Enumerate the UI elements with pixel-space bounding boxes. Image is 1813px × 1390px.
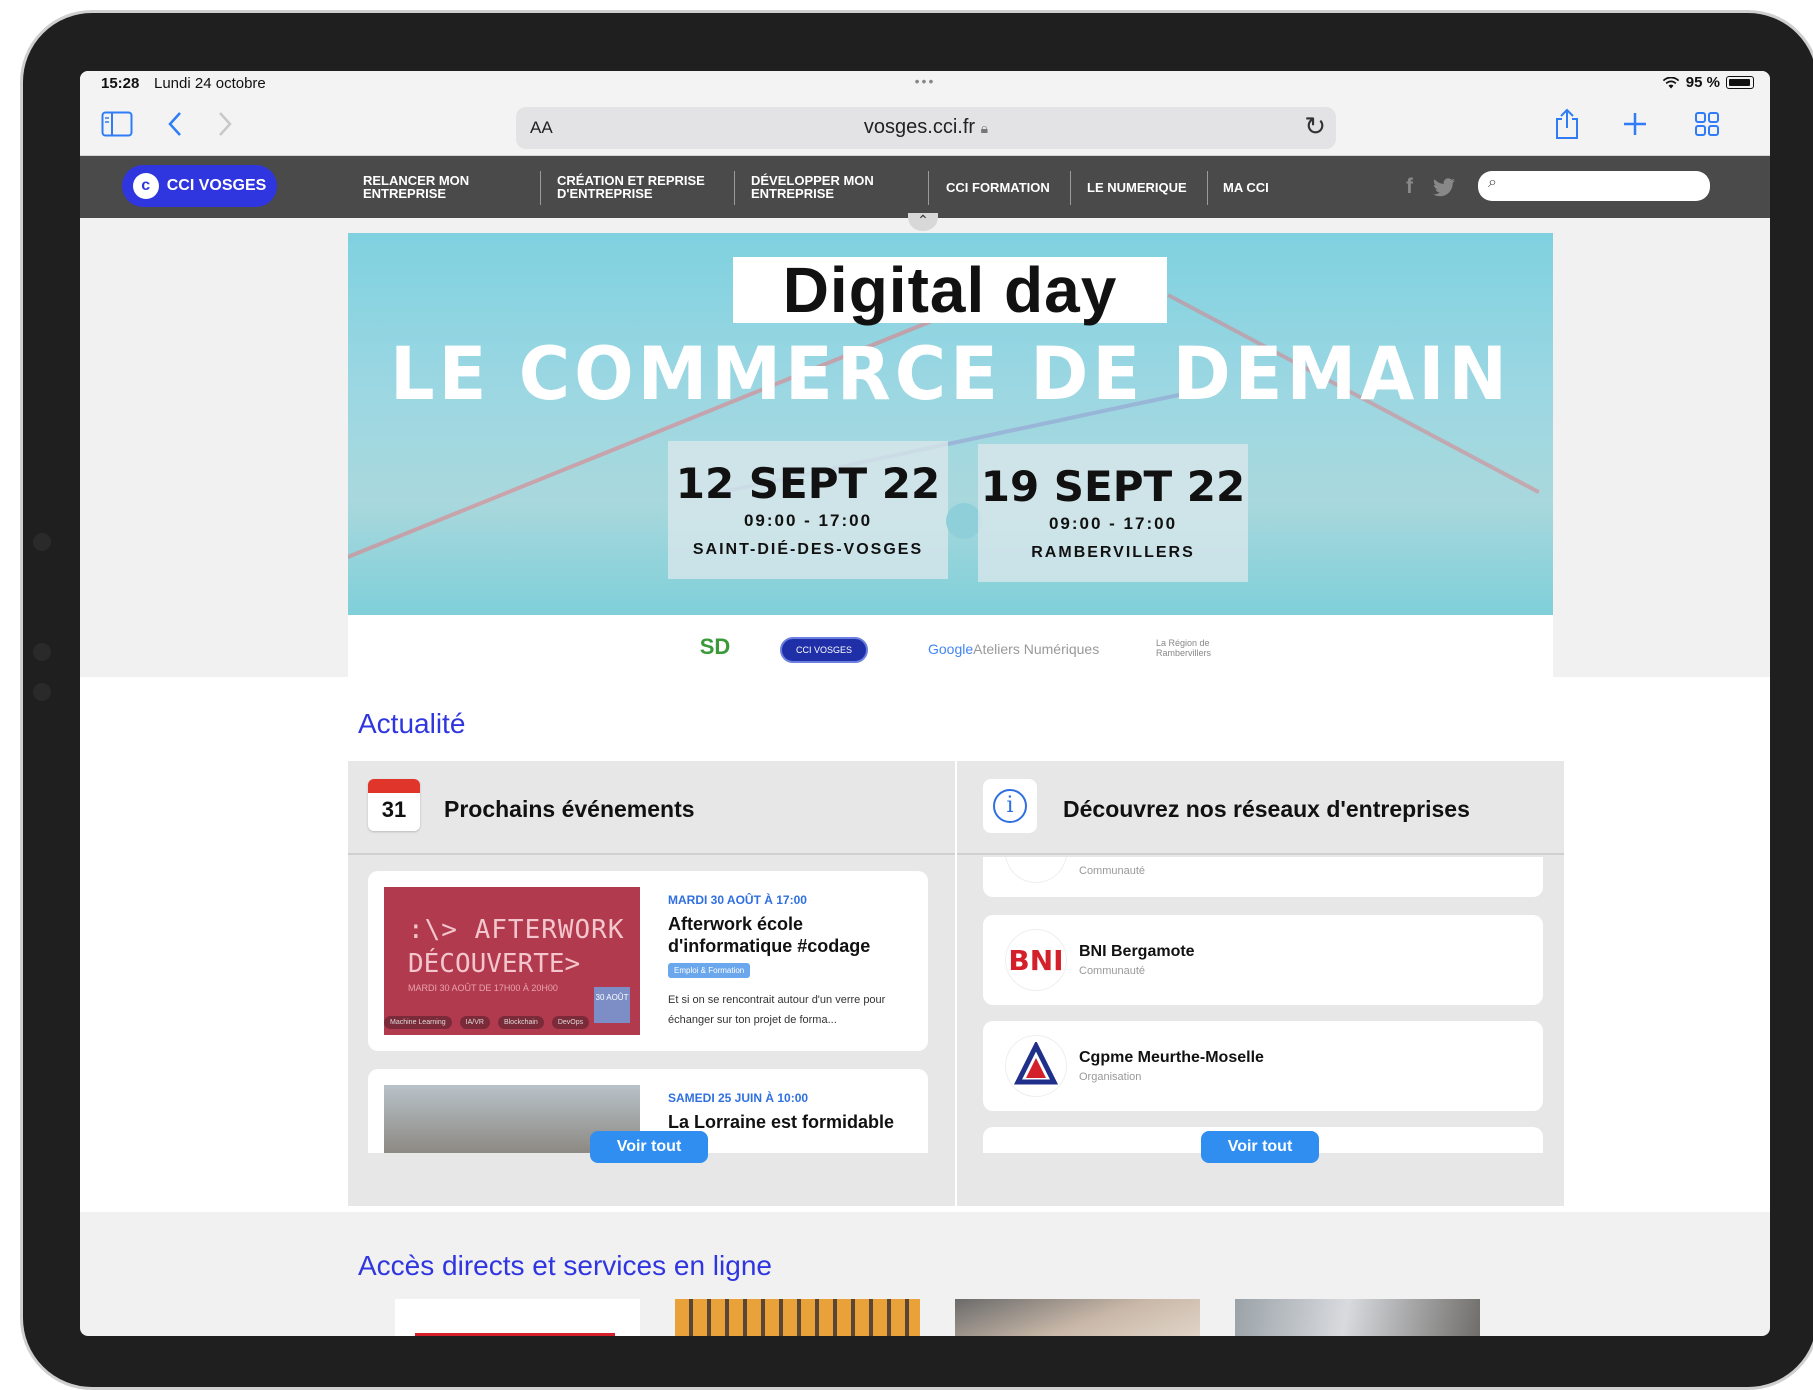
network-name: BNI Bergamote — [1079, 943, 1195, 960]
cci-vosges-partner-logo: CCI VOSGES — [780, 637, 868, 663]
banner-subtitle: LE COMMERCE DE DEMAIN — [390, 330, 1511, 418]
ticket-place: RAMBERVILLERS — [1031, 544, 1195, 561]
networks-panel: i Découvrez nos réseaux d'entreprises Co… — [957, 761, 1564, 1206]
reload-icon[interactable]: ↻ — [1304, 111, 1326, 142]
site-search-input[interactable]: ⌕ — [1478, 171, 1710, 201]
address-bar[interactable]: AA vosges.cci.fr 🔒︎ ↻ — [516, 107, 1336, 149]
ticket-date: 12 SEPT 22 — [675, 459, 941, 508]
networks-panel-title: Découvrez nos réseaux d'entreprises — [1063, 796, 1470, 822]
info-icon: i — [983, 779, 1037, 833]
network-name: Cgpme Meurthe-Moselle — [1079, 1049, 1264, 1066]
cci-logo-icon: c — [132, 173, 159, 199]
logo-text: CCI VOSGES — [166, 177, 267, 194]
facebook-icon[interactable]: f — [1406, 175, 1413, 199]
browser-toolbar: AA vosges.cci.fr 🔒︎ ↻ — [80, 97, 1770, 156]
calendar-icon: 31 — [368, 779, 420, 831]
url-text: vosges.cci.fr 🔒︎ — [863, 116, 989, 138]
event-card[interactable]: :\> AFTERWORK DÉCOUVERTE> MARDI 30 AOÛT … — [368, 871, 928, 1051]
digital-day-banner[interactable]: Digital day LE COMMERCE DE DEMAIN 12 SEP… — [348, 233, 1553, 615]
banner-title-box: Digital day — [733, 254, 1167, 326]
event-ticket-2: 19 SEPT 22 09:00 - 17:00 RAMBERVILLERS — [978, 444, 1248, 582]
events-panel-title: Prochains événements — [444, 796, 695, 822]
network-card[interactable]: Cgpme Meurthe-Moselle Organisation — [983, 1021, 1543, 1111]
event-meta: MARDI 30 AOÛT À 17:00 Afterwork école d'… — [668, 893, 898, 1030]
partner-logos: SD CCI VOSGES Google Ateliers Numériques… — [348, 615, 1553, 677]
multitasking-dots-icon[interactable]: ••• — [915, 73, 936, 89]
service-tile[interactable] — [1235, 1299, 1480, 1336]
cgpme-logo — [1005, 1035, 1067, 1097]
acces-directs-title: Accès directs et services en ligne — [358, 1250, 772, 1281]
nav-item-formation[interactable]: CCI FORMATION — [946, 156, 1050, 218]
bni-logo: BNI — [1005, 929, 1067, 991]
actualite-title: Actualité — [358, 708, 466, 739]
ticket-date: 19 SEPT 22 — [980, 462, 1246, 511]
network-card[interactable]: Communauté — [983, 857, 1543, 897]
status-time: 15:28 — [101, 75, 140, 92]
ticket-notch — [946, 503, 982, 539]
event-date: MARDI 30 AOÛT À 17:00 — [668, 893, 807, 907]
sidebar-toggle-icon[interactable] — [100, 107, 134, 141]
region-rambervillers-logo: La Région de Rambervillers — [1156, 638, 1212, 658]
site-navigation: c CCI VOSGES RELANCER MON ENTREPRISE CRÉ… — [80, 156, 1770, 218]
side-button — [33, 683, 51, 701]
network-type: Communauté — [1079, 865, 1146, 877]
search-icon: ⌕ — [1488, 174, 1497, 191]
service-tile[interactable] — [955, 1299, 1200, 1336]
nav-item-creation[interactable]: CRÉATION ET REPRISE D'ENTREPRISE — [557, 156, 705, 218]
event-image: :\> AFTERWORK DÉCOUVERTE> MARDI 30 AOÛT … — [384, 887, 640, 1035]
status-bar: 15:28 Lundi 24 octobre ••• 95 % — [80, 71, 1770, 97]
tabs-overview-icon[interactable] — [1690, 107, 1724, 141]
nav-item-numerique[interactable]: LE NUMERIQUE — [1087, 156, 1187, 218]
events-see-all-button[interactable]: Voir tout — [590, 1131, 708, 1163]
event-title[interactable]: Afterwork école d'informatique #codage — [668, 913, 898, 957]
cci-vosges-logo[interactable]: c CCI VOSGES — [122, 165, 277, 207]
network-type: Organisation — [1079, 1071, 1142, 1083]
collapse-chevron-icon[interactable]: ⌃ — [908, 213, 938, 231]
nav-item-developper[interactable]: DÉVELOPPER MON ENTREPRISE — [751, 156, 874, 218]
nav-separator — [734, 171, 735, 205]
side-button — [33, 643, 51, 661]
nav-separator — [1070, 171, 1071, 205]
networks-see-all-button[interactable]: Voir tout — [1201, 1131, 1319, 1163]
battery-percent: 95 % — [1685, 74, 1720, 91]
new-tab-icon[interactable] — [1618, 107, 1652, 141]
back-icon[interactable] — [158, 107, 192, 141]
nav-separator — [1207, 171, 1208, 205]
nav-item-relancer[interactable]: RELANCER MON ENTREPRISE — [363, 156, 469, 218]
ticket-hours: 09:00 - 17:00 — [743, 511, 873, 530]
nav-item-ma-cci[interactable]: MA CCI — [1223, 156, 1269, 218]
network-type: Communauté — [1079, 965, 1146, 977]
banner-title: Digital day — [782, 254, 1118, 326]
ticket-place: SAINT-DIÉ-DES-VOSGES — [692, 541, 924, 558]
status-date: Lundi 24 octobre — [154, 75, 266, 92]
events-list[interactable]: :\> AFTERWORK DÉCOUVERTE> MARDI 30 AOÛT … — [348, 857, 955, 1153]
networks-list[interactable]: Communauté BNI BNI Bergamote Communauté … — [957, 857, 1564, 1153]
ticket-hours: 09:00 - 17:00 — [1048, 514, 1178, 533]
wifi-icon — [1662, 76, 1679, 88]
events-panel: 31 Prochains événements :\> AFTERWORK DÉ… — [348, 761, 955, 1206]
event-description: Et si on se rencontrait autour d'un verr… — [668, 994, 886, 1026]
forward-icon[interactable] — [208, 107, 242, 141]
battery-icon — [1726, 76, 1754, 89]
network-card[interactable]: BNI BNI Bergamote Communauté — [983, 915, 1543, 1005]
twitter-icon[interactable] — [1432, 178, 1456, 198]
nav-separator — [928, 171, 929, 205]
lock-icon: 🔒︎ — [980, 120, 989, 136]
nav-separator — [540, 171, 541, 205]
service-tile[interactable] — [675, 1299, 920, 1336]
networks-panel-header: i Découvrez nos réseaux d'entreprises — [957, 761, 1564, 855]
screen: 15:28 Lundi 24 octobre ••• 95 % AA vosge… — [80, 71, 1770, 1336]
network-logo — [1005, 857, 1067, 883]
event-tag: Emploi & Formation — [668, 963, 751, 978]
saint-die-logo: SD — [699, 634, 731, 659]
event-ticket-1: 12 SEPT 22 09:00 - 17:00 SAINT-DIÉ-DES-V… — [668, 441, 948, 579]
event-date: SAMEDI 25 JUIN À 10:00 — [668, 1091, 809, 1105]
events-panel-header: 31 Prochains événements — [348, 761, 955, 855]
side-button — [33, 533, 51, 551]
google-ateliers-logo: Google Ateliers Numériques — [928, 641, 1100, 657]
share-icon[interactable] — [1550, 107, 1584, 141]
service-tile[interactable] — [395, 1299, 640, 1336]
